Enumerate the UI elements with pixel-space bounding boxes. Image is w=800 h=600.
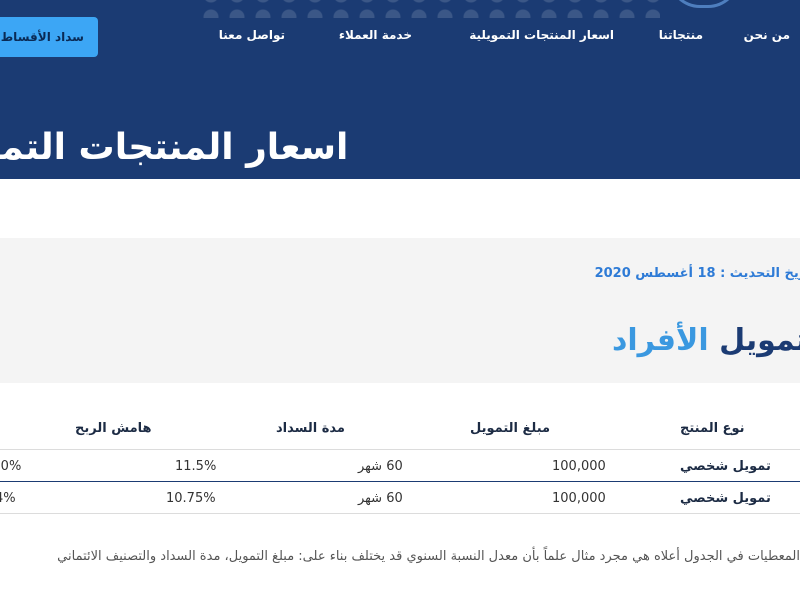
table-header-amount: مبلغ التمويل xyxy=(470,421,551,436)
disclaimer-note: المعطيات في الجدول أعلاه هي مجرد مثال عل… xyxy=(57,549,800,564)
pay-installments-button[interactable]: سداد الأقساط xyxy=(0,17,98,57)
cell-product: تمويل شخصي xyxy=(680,491,771,506)
table-divider xyxy=(0,481,800,482)
cell-amount: 100,000 xyxy=(552,459,606,474)
info-panel xyxy=(0,238,800,383)
header-pattern xyxy=(200,0,660,18)
update-date: تاريخ التحديث : 18 أغسطس 2020 xyxy=(594,266,800,281)
cell-product: تمويل شخصي xyxy=(680,459,771,474)
cell-profit-margin: 10.75% xyxy=(166,491,216,506)
logo-icon[interactable] xyxy=(668,0,740,8)
cell-apr: 21.0% xyxy=(0,459,22,474)
table-divider xyxy=(0,449,800,450)
nav-item-about[interactable]: من نحن xyxy=(744,28,790,42)
cell-amount: 100,000 xyxy=(552,491,606,506)
table-divider xyxy=(0,513,800,514)
cell-term: 60 شهر xyxy=(358,491,403,506)
cell-profit-margin: 11.5% xyxy=(175,459,217,474)
nav-item-prices[interactable]: اسعار المنتجات التمويلية xyxy=(469,28,614,42)
cell-term: 60 شهر xyxy=(358,459,403,474)
site-header: من نحن منتجاتنا اسعار المنتجات التمويلية… xyxy=(0,0,800,179)
table-header-term: مدة السداد xyxy=(276,421,345,436)
table-header-product: نوع المنتج xyxy=(680,421,745,436)
section-title-accent: الأفراد xyxy=(612,323,709,358)
nav-item-products[interactable]: منتجاتنا xyxy=(659,28,703,42)
nav-item-contact[interactable]: تواصل معنا xyxy=(219,28,285,42)
main-nav: من نحن منتجاتنا اسعار المنتجات التمويلية… xyxy=(0,28,800,48)
table-header-profit-margin: هامش الربح xyxy=(75,421,152,436)
page: من نحن منتجاتنا اسعار المنتجات التمويلية… xyxy=(0,0,800,600)
page-title: اسعار المنتجات التمويلية xyxy=(0,127,349,168)
nav-item-customer-service[interactable]: خدمة العملاء xyxy=(339,28,412,42)
cell-apr: 19.84% xyxy=(0,491,16,506)
section-title-main: تمويل xyxy=(719,323,800,358)
section-title: تمويل الأفراد xyxy=(612,321,800,361)
